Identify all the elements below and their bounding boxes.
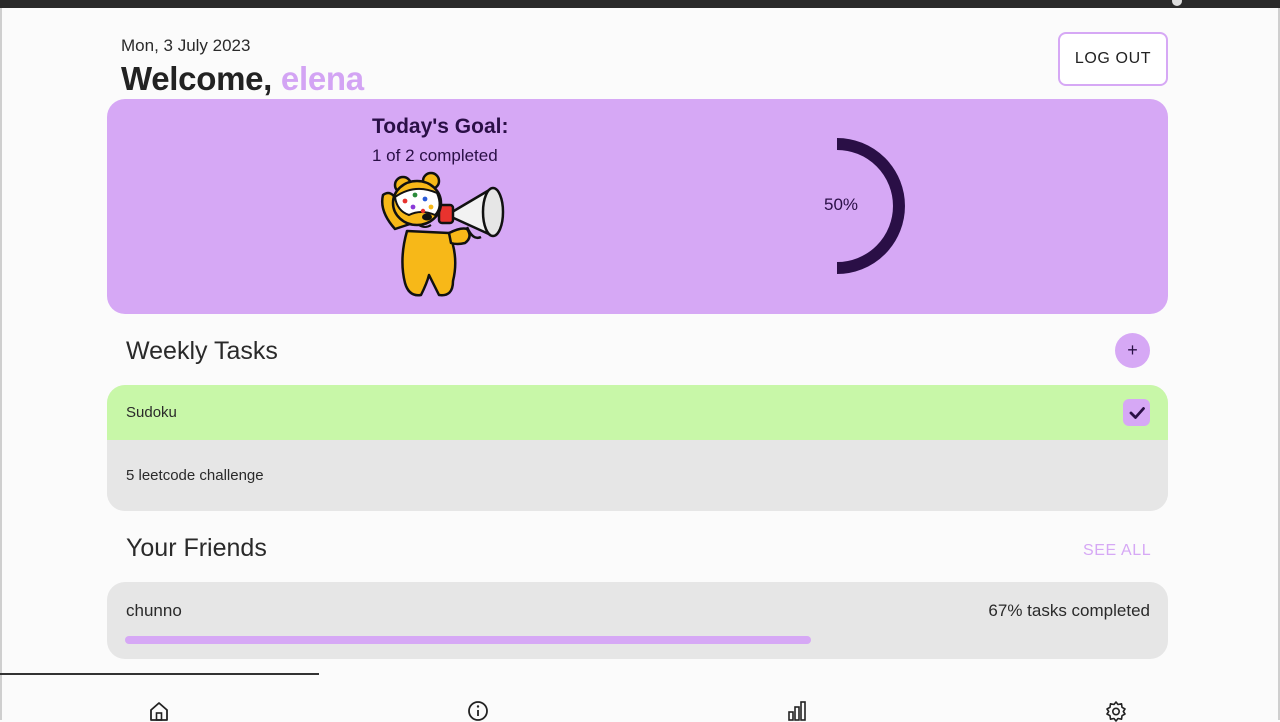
home-icon[interactable]: [148, 700, 170, 722]
task-row-leetcode[interactable]: 5 leetcode challenge: [107, 440, 1168, 511]
task-label: 5 leetcode challenge: [126, 467, 264, 484]
todays-goal-card: Today's Goal: 1 of 2 completed 50%: [107, 99, 1168, 314]
friend-name: chunno: [126, 601, 182, 620]
goal-title: Today's Goal:: [372, 115, 509, 138]
task-checkbox-checked[interactable]: [1123, 399, 1150, 426]
username: elena: [280, 60, 364, 97]
weekly-tasks-list: Sudoku 5 leetcode challenge: [107, 385, 1168, 511]
add-task-button[interactable]: +: [1115, 333, 1150, 368]
welcome-heading: Welcome, elena: [121, 60, 364, 98]
task-row-sudoku[interactable]: Sudoku: [107, 385, 1168, 440]
settings-icon[interactable]: [1105, 700, 1127, 722]
info-icon[interactable]: [467, 700, 489, 722]
your-friends-title: Your Friends: [126, 534, 267, 562]
friend-progress-bar: [125, 636, 1149, 644]
bottom-navigation: [0, 690, 1280, 722]
task-label: Sudoku: [126, 404, 177, 421]
browser-top-bar: [0, 0, 1280, 8]
stats-icon[interactable]: [786, 700, 808, 722]
bear-megaphone-illustration: [381, 171, 505, 297]
checkmark-icon: [1129, 406, 1145, 419]
scroll-indicator: [0, 673, 319, 675]
current-date: Mon, 3 July 2023: [121, 36, 251, 55]
see-all-friends-link[interactable]: SEE ALL: [1083, 542, 1151, 560]
friend-progress-text: 67% tasks completed: [988, 601, 1150, 620]
friend-card-chunno[interactable]: chunno 67% tasks completed: [107, 582, 1168, 659]
goal-percent-label: 50%: [823, 195, 859, 214]
browser-dot: [1172, 0, 1182, 6]
goal-progress-text: 1 of 2 completed: [372, 146, 498, 165]
friend-progress-fill: [125, 636, 812, 644]
logout-button[interactable]: LOG OUT: [1058, 32, 1168, 86]
weekly-tasks-title: Weekly Tasks: [126, 337, 278, 365]
frame-border-left: [0, 8, 2, 720]
welcome-prefix: Welcome,: [121, 60, 281, 97]
